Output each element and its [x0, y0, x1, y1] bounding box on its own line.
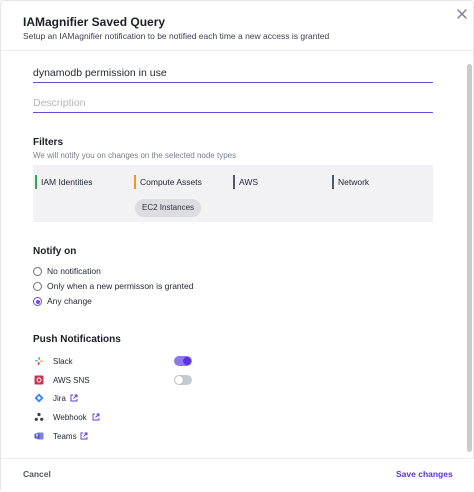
radio-label: Any change	[47, 296, 92, 306]
radio-button-selected[interactable]	[33, 297, 42, 306]
external-link-icon[interactable]	[70, 394, 78, 402]
node-type-network[interactable]: Network	[332, 175, 369, 189]
push-label: Webhook	[53, 413, 87, 422]
slack-icon	[35, 357, 43, 365]
query-name-field[interactable]: dynamodb permission in use	[33, 65, 433, 83]
node-color-bar	[233, 175, 235, 189]
webhook-icon	[34, 412, 44, 421]
external-link-icon[interactable]	[92, 413, 100, 421]
node-type-iam-identities[interactable]: IAM Identities	[35, 175, 93, 189]
aws-sns-toggle[interactable]	[174, 375, 192, 385]
jira-icon	[34, 393, 44, 403]
radio-label: No notification	[47, 266, 101, 276]
dialog-footer: Cancel Save changes	[1, 458, 474, 492]
external-link-icon[interactable]	[80, 432, 88, 440]
toggle-knob	[183, 357, 191, 365]
radio-label: Only when a new permisson is granted	[47, 281, 194, 291]
filters-title: Filters	[33, 137, 64, 148]
ec2-instances-chip[interactable]: EC2 Instances	[135, 199, 201, 217]
cancel-button[interactable]: Cancel	[23, 469, 51, 479]
query-name-value: dynamodb permission in use	[33, 67, 167, 79]
push-title: Push Notifications	[33, 334, 121, 345]
scrollbar[interactable]	[467, 64, 472, 452]
radio-button[interactable]	[33, 282, 42, 291]
description-field[interactable]: Description	[33, 95, 433, 113]
radio-button[interactable]	[33, 267, 42, 276]
node-label: Network	[338, 177, 370, 187]
node-type-aws[interactable]: AWS	[233, 175, 258, 189]
node-type-compute-assets[interactable]: Compute Assets	[134, 175, 202, 189]
filters-box	[33, 165, 433, 222]
notify-title: Notify on	[33, 246, 77, 257]
node-color-bar	[134, 175, 136, 189]
node-label: IAM Identities	[41, 177, 93, 187]
filters-hint: We will notify you on changes on the sel…	[33, 151, 237, 160]
dialog-header: IAMagnifier Saved Query Setup an IAMagni…	[1, 1, 474, 51]
toggle-knob	[175, 376, 183, 384]
dialog-title: IAMagnifier Saved Query	[23, 15, 166, 29]
push-label: Slack	[53, 357, 73, 366]
description-placeholder: Description	[33, 97, 86, 109]
node-label: Compute Assets	[140, 177, 202, 187]
node-label: AWS	[239, 177, 259, 187]
saved-query-dialog: IAMagnifier Saved Query Setup an IAMagni…	[0, 0, 474, 492]
slack-toggle[interactable]	[174, 356, 192, 366]
aws-sns-icon	[34, 375, 44, 385]
push-label: Teams	[53, 432, 77, 441]
push-label: Jira	[53, 394, 66, 403]
node-color-bar	[35, 175, 37, 189]
save-changes-button[interactable]: Save changes	[396, 469, 453, 479]
close-icon[interactable]	[456, 8, 468, 20]
dialog-subtitle: Setup an IAMagnifier notification to be …	[23, 31, 330, 41]
teams-icon	[34, 432, 44, 440]
push-label: AWS SNS	[53, 376, 90, 385]
node-color-bar	[332, 175, 334, 189]
